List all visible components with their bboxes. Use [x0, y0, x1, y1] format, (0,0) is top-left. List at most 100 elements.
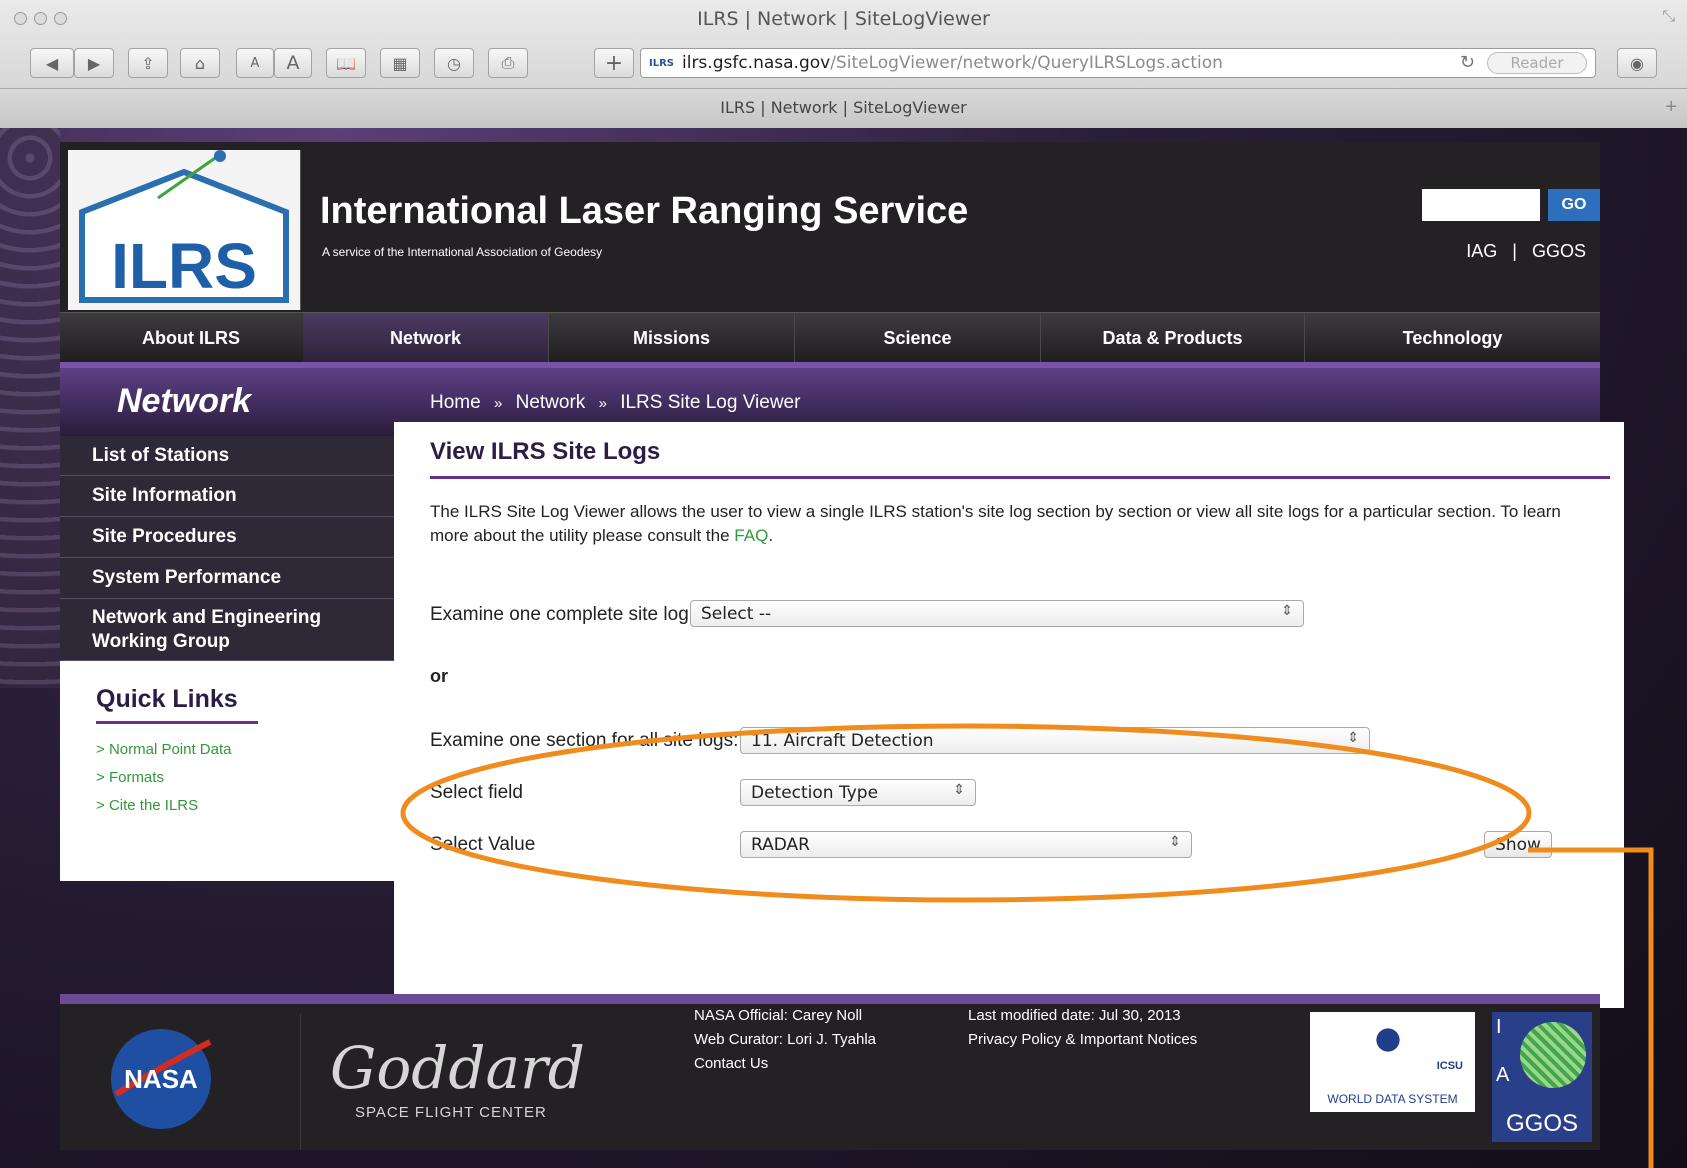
faq-link[interactable]: FAQ	[734, 526, 768, 545]
nav-data-products[interactable]: Data & Products	[1041, 313, 1305, 363]
quick-link-formats[interactable]: > Formats	[96, 769, 164, 786]
logo-text: ILRS	[111, 230, 257, 302]
breadcrumb-home[interactable]: Home	[430, 392, 481, 413]
site-footer: NASA Goddard SPACE FLIGHT CENTER NASA Of…	[60, 1004, 1600, 1150]
nav-science[interactable]: Science	[795, 313, 1041, 363]
value-select[interactable]: RADAR ⇕	[740, 831, 1192, 858]
ggos-link[interactable]: GGOS	[1532, 241, 1586, 261]
breadcrumb-current: ILRS Site Log Viewer	[620, 392, 801, 413]
tab-active[interactable]: ILRS | Network | SiteLogViewer	[0, 98, 1687, 117]
new-tab-button[interactable]: +	[1665, 96, 1677, 119]
site-log-select[interactable]: Select -- ⇕	[690, 600, 1304, 627]
grid-icon: ▦	[392, 53, 408, 73]
show-button[interactable]: Show	[1484, 831, 1552, 858]
address-bar[interactable]: ILRS ilrs.gsfc.nasa.gov /SiteLogViewer/n…	[640, 48, 1596, 78]
quick-links-divider	[96, 721, 258, 724]
nasa-official: NASA Official: Carey Noll	[694, 1007, 863, 1024]
section-select[interactable]: 11. Aircraft Detection ⇕	[740, 727, 1370, 754]
breadcrumb: Home » Network » ILRS Site Log Viewer	[430, 392, 800, 414]
home-button[interactable]: ⌂	[180, 48, 220, 78]
address-host: ilrs.gsfc.nasa.gov	[682, 53, 831, 73]
footer-divider	[60, 994, 1600, 1004]
quick-link-label: Cite the ILRS	[108, 797, 199, 814]
title-divider	[430, 476, 1610, 479]
background-decoration	[0, 128, 60, 688]
header-links: IAG | GGOS	[1466, 241, 1586, 262]
reload-icon[interactable]: ↻	[1460, 52, 1475, 73]
share-button[interactable]: ⇪	[128, 48, 168, 78]
nav-missions[interactable]: Missions	[549, 313, 795, 363]
globe-grid-icon	[1520, 1022, 1586, 1088]
wds-text: WORLD DATA SYSTEM	[1327, 1092, 1458, 1106]
breadcrumb-separator: »	[493, 395, 503, 412]
globe-icon	[1368, 1020, 1408, 1060]
main-nav: About ILRS Network Missions Science Data…	[60, 312, 1600, 363]
quick-link-normal-point-data[interactable]: > Normal Point Data	[96, 741, 232, 758]
page-title: View ILRS Site Logs	[430, 438, 661, 465]
window-title-bar: ILRS | Network | SiteLogViewer ⤡	[0, 0, 1687, 40]
examine-complete-label: Examine one complete site log:	[430, 604, 695, 625]
world-data-system-logo[interactable]: ICSU WORLD DATA SYSTEM	[1310, 1012, 1475, 1112]
site-header: ILRS International Laser Ranging Service…	[60, 142, 1600, 312]
downloads-button[interactable]: ◉	[1617, 48, 1657, 78]
ilrs-logo[interactable]: ILRS	[68, 150, 301, 310]
privacy-policy-link[interactable]: Privacy Policy & Important Notices	[968, 1028, 1197, 1052]
nasa-text: NASA	[124, 1064, 198, 1094]
contact-us-link[interactable]: Contact Us	[694, 1052, 876, 1076]
reader-button[interactable]: Reader	[1487, 52, 1587, 74]
breadcrumb-separator: »	[598, 395, 607, 412]
sidebar-item-network-engineering[interactable]: Network and Engineering Working Group	[60, 599, 394, 661]
goddard-subtitle: SPACE FLIGHT CENTER	[355, 1104, 547, 1121]
nav-technology[interactable]: Technology	[1305, 313, 1600, 363]
search-go-button[interactable]: GO	[1548, 189, 1600, 221]
sidebar-item-system-performance[interactable]: System Performance	[60, 558, 394, 599]
sidebar-item-list-of-stations[interactable]: List of Stations	[60, 436, 394, 476]
ggos-letter-i: I	[1496, 1016, 1502, 1038]
ggos-logo[interactable]: I A GGOS	[1492, 1012, 1592, 1142]
examine-section-label: Examine one section for all site logs:	[430, 730, 739, 751]
add-bookmark-button[interactable]: +	[594, 48, 634, 78]
select-arrows-icon: ⇕	[1281, 603, 1293, 619]
smaller-text-button[interactable]: A	[236, 48, 274, 78]
goddard-logo[interactable]: Goddard	[330, 1034, 585, 1102]
quick-links: Quick Links > Normal Point Data > Format…	[60, 661, 394, 881]
quick-link-label: Formats	[108, 769, 164, 786]
nav-network[interactable]: Network	[303, 313, 549, 363]
intro-body: The ILRS Site Log Viewer allows the user…	[430, 502, 1561, 545]
sidebar-item-site-information[interactable]: Site Information	[60, 476, 394, 517]
quick-link-label: Normal Point Data	[108, 741, 232, 758]
fullscreen-icon[interactable]: ⤡	[1662, 8, 1675, 26]
footer-contacts: NASA Official: Carey Noll Web Curator: L…	[694, 1004, 876, 1076]
select-arrows-icon: ⇕	[1169, 834, 1181, 850]
back-button[interactable]: ◀	[30, 48, 74, 78]
print-button[interactable]: ⎙	[488, 48, 528, 78]
ilrs-logo-icon: ILRS	[79, 150, 289, 303]
or-label: or	[430, 666, 448, 686]
select-value: Select --	[701, 603, 772, 624]
larger-text-button[interactable]: A	[274, 48, 312, 78]
select-value: 11. Aircraft Detection	[751, 730, 934, 751]
select-arrows-icon: ⇕	[1347, 730, 1359, 746]
breadcrumb-network[interactable]: Network	[516, 392, 586, 413]
top-sites-button[interactable]: ▦	[380, 48, 420, 78]
sidebar-item-site-procedures[interactable]: Site Procedures	[60, 517, 394, 558]
nasa-logo-icon[interactable]: NASA	[106, 1024, 216, 1134]
select-value: RADAR	[751, 834, 810, 855]
forward-button[interactable]: ▶	[74, 48, 114, 78]
circle-icon: ◉	[1630, 53, 1644, 73]
history-button[interactable]: ◷	[434, 48, 474, 78]
nav-about-ilrs[interactable]: About ILRS	[60, 313, 323, 363]
bookmarks-button[interactable]: 📖	[326, 48, 366, 78]
field-select[interactable]: Detection Type ⇕	[740, 779, 976, 806]
window-title: ILRS | Network | SiteLogViewer	[697, 8, 990, 30]
quick-link-cite[interactable]: > Cite the ILRS	[96, 797, 198, 814]
search-input[interactable]	[1422, 189, 1540, 221]
iag-link[interactable]: IAG	[1466, 241, 1497, 261]
ggos-letter-a: A	[1496, 1064, 1510, 1086]
site-title[interactable]: International Laser Ranging Service	[320, 190, 968, 233]
section-title: Network	[117, 382, 252, 420]
browser-toolbar: ◀ ▶ ⇪ ⌂ A A 📖 ▦ ◷ ⎙ + ILRS ilrs.gsfc.nas…	[0, 40, 1687, 88]
web-page: ILRS International Laser Ranging Service…	[0, 128, 1687, 1168]
site-favicon-icon: ILRS	[649, 57, 674, 69]
main-content: View ILRS Site Logs The ILRS Site Log Vi…	[394, 422, 1624, 1008]
